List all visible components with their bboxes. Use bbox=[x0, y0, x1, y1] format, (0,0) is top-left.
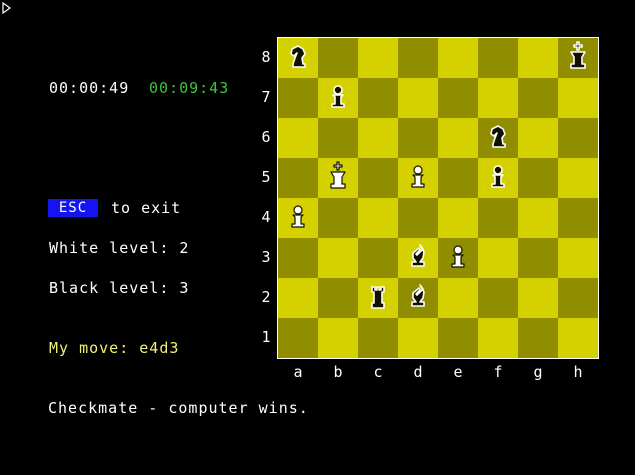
square-b3[interactable] bbox=[318, 238, 358, 278]
square-h7[interactable] bbox=[558, 78, 598, 118]
square-a3[interactable] bbox=[278, 238, 318, 278]
square-g4[interactable] bbox=[518, 198, 558, 238]
file-label-g: g bbox=[533, 363, 543, 381]
square-b6[interactable] bbox=[318, 118, 358, 158]
square-h3[interactable] bbox=[558, 238, 598, 278]
square-d6[interactable] bbox=[398, 118, 438, 158]
square-g2[interactable] bbox=[518, 278, 558, 318]
file-label-c: c bbox=[373, 363, 383, 381]
square-c7[interactable] bbox=[358, 78, 398, 118]
square-h6[interactable] bbox=[558, 118, 598, 158]
square-e5[interactable] bbox=[438, 158, 478, 198]
square-g1[interactable] bbox=[518, 318, 558, 358]
square-e6[interactable] bbox=[438, 118, 478, 158]
square-g6[interactable] bbox=[518, 118, 558, 158]
square-a1[interactable] bbox=[278, 318, 318, 358]
square-b1[interactable] bbox=[318, 318, 358, 358]
square-a2[interactable] bbox=[278, 278, 318, 318]
black-pawn-icon[interactable] bbox=[318, 78, 358, 118]
square-g8[interactable] bbox=[518, 38, 558, 78]
square-f2[interactable] bbox=[478, 278, 518, 318]
square-d1[interactable] bbox=[398, 318, 438, 358]
last-move-text: My move: e4d3 bbox=[49, 339, 180, 357]
square-e2[interactable] bbox=[438, 278, 478, 318]
black-level-text: Black level: 3 bbox=[49, 279, 190, 297]
square-h5[interactable] bbox=[558, 158, 598, 198]
white-pawn-icon[interactable] bbox=[438, 238, 478, 278]
rank-label-8: 8 bbox=[261, 48, 271, 66]
square-f1[interactable] bbox=[478, 318, 518, 358]
black-king-icon[interactable] bbox=[558, 38, 598, 78]
square-g7[interactable] bbox=[518, 78, 558, 118]
square-a7[interactable] bbox=[278, 78, 318, 118]
rank-label-1: 1 bbox=[261, 328, 271, 346]
file-label-f: f bbox=[493, 363, 503, 381]
white-pawn-icon[interactable] bbox=[398, 158, 438, 198]
rank-label-3: 3 bbox=[261, 248, 271, 266]
square-f4[interactable] bbox=[478, 198, 518, 238]
square-f7[interactable] bbox=[478, 78, 518, 118]
square-d4[interactable] bbox=[398, 198, 438, 238]
file-label-d: d bbox=[413, 363, 423, 381]
game-status-message: Checkmate - computer wins. bbox=[48, 399, 309, 417]
black-bishop-icon[interactable] bbox=[398, 278, 438, 318]
square-c5[interactable] bbox=[358, 158, 398, 198]
esc-button[interactable]: ESC bbox=[48, 199, 98, 217]
file-label-e: e bbox=[453, 363, 463, 381]
chess-board[interactable] bbox=[277, 37, 599, 359]
rank-label-4: 4 bbox=[261, 208, 271, 226]
square-c4[interactable] bbox=[358, 198, 398, 238]
black-rook-icon[interactable] bbox=[358, 278, 398, 318]
rank-label-2: 2 bbox=[261, 288, 271, 306]
black-knight-icon[interactable] bbox=[478, 118, 518, 158]
black-bishop-icon[interactable] bbox=[398, 238, 438, 278]
square-d7[interactable] bbox=[398, 78, 438, 118]
square-h2[interactable] bbox=[558, 278, 598, 318]
cursor-arrow-icon bbox=[2, 2, 12, 14]
square-b8[interactable] bbox=[318, 38, 358, 78]
square-a5[interactable] bbox=[278, 158, 318, 198]
rank-label-7: 7 bbox=[261, 88, 271, 106]
exit-hint: to exit bbox=[111, 199, 182, 217]
square-g3[interactable] bbox=[518, 238, 558, 278]
square-e1[interactable] bbox=[438, 318, 478, 358]
square-e8[interactable] bbox=[438, 38, 478, 78]
file-label-b: b bbox=[333, 363, 343, 381]
white-pawn-icon[interactable] bbox=[278, 198, 318, 238]
square-c8[interactable] bbox=[358, 38, 398, 78]
square-c3[interactable] bbox=[358, 238, 398, 278]
square-c1[interactable] bbox=[358, 318, 398, 358]
file-label-h: h bbox=[573, 363, 583, 381]
black-pawn-icon[interactable] bbox=[478, 158, 518, 198]
square-g5[interactable] bbox=[518, 158, 558, 198]
rank-label-6: 6 bbox=[261, 128, 271, 146]
square-b4[interactable] bbox=[318, 198, 358, 238]
file-label-a: a bbox=[293, 363, 303, 381]
square-c6[interactable] bbox=[358, 118, 398, 158]
rank-label-5: 5 bbox=[261, 168, 271, 186]
white-clock: 00:00:49 bbox=[49, 79, 130, 97]
square-f3[interactable] bbox=[478, 238, 518, 278]
square-b2[interactable] bbox=[318, 278, 358, 318]
black-knight-icon[interactable] bbox=[278, 38, 318, 78]
square-f8[interactable] bbox=[478, 38, 518, 78]
square-d8[interactable] bbox=[398, 38, 438, 78]
square-h1[interactable] bbox=[558, 318, 598, 358]
white-king-icon[interactable] bbox=[318, 158, 358, 198]
square-h4[interactable] bbox=[558, 198, 598, 238]
white-level-text: White level: 2 bbox=[49, 239, 190, 257]
square-a6[interactable] bbox=[278, 118, 318, 158]
black-clock: 00:09:43 bbox=[149, 79, 230, 97]
square-e4[interactable] bbox=[438, 198, 478, 238]
square-e7[interactable] bbox=[438, 78, 478, 118]
